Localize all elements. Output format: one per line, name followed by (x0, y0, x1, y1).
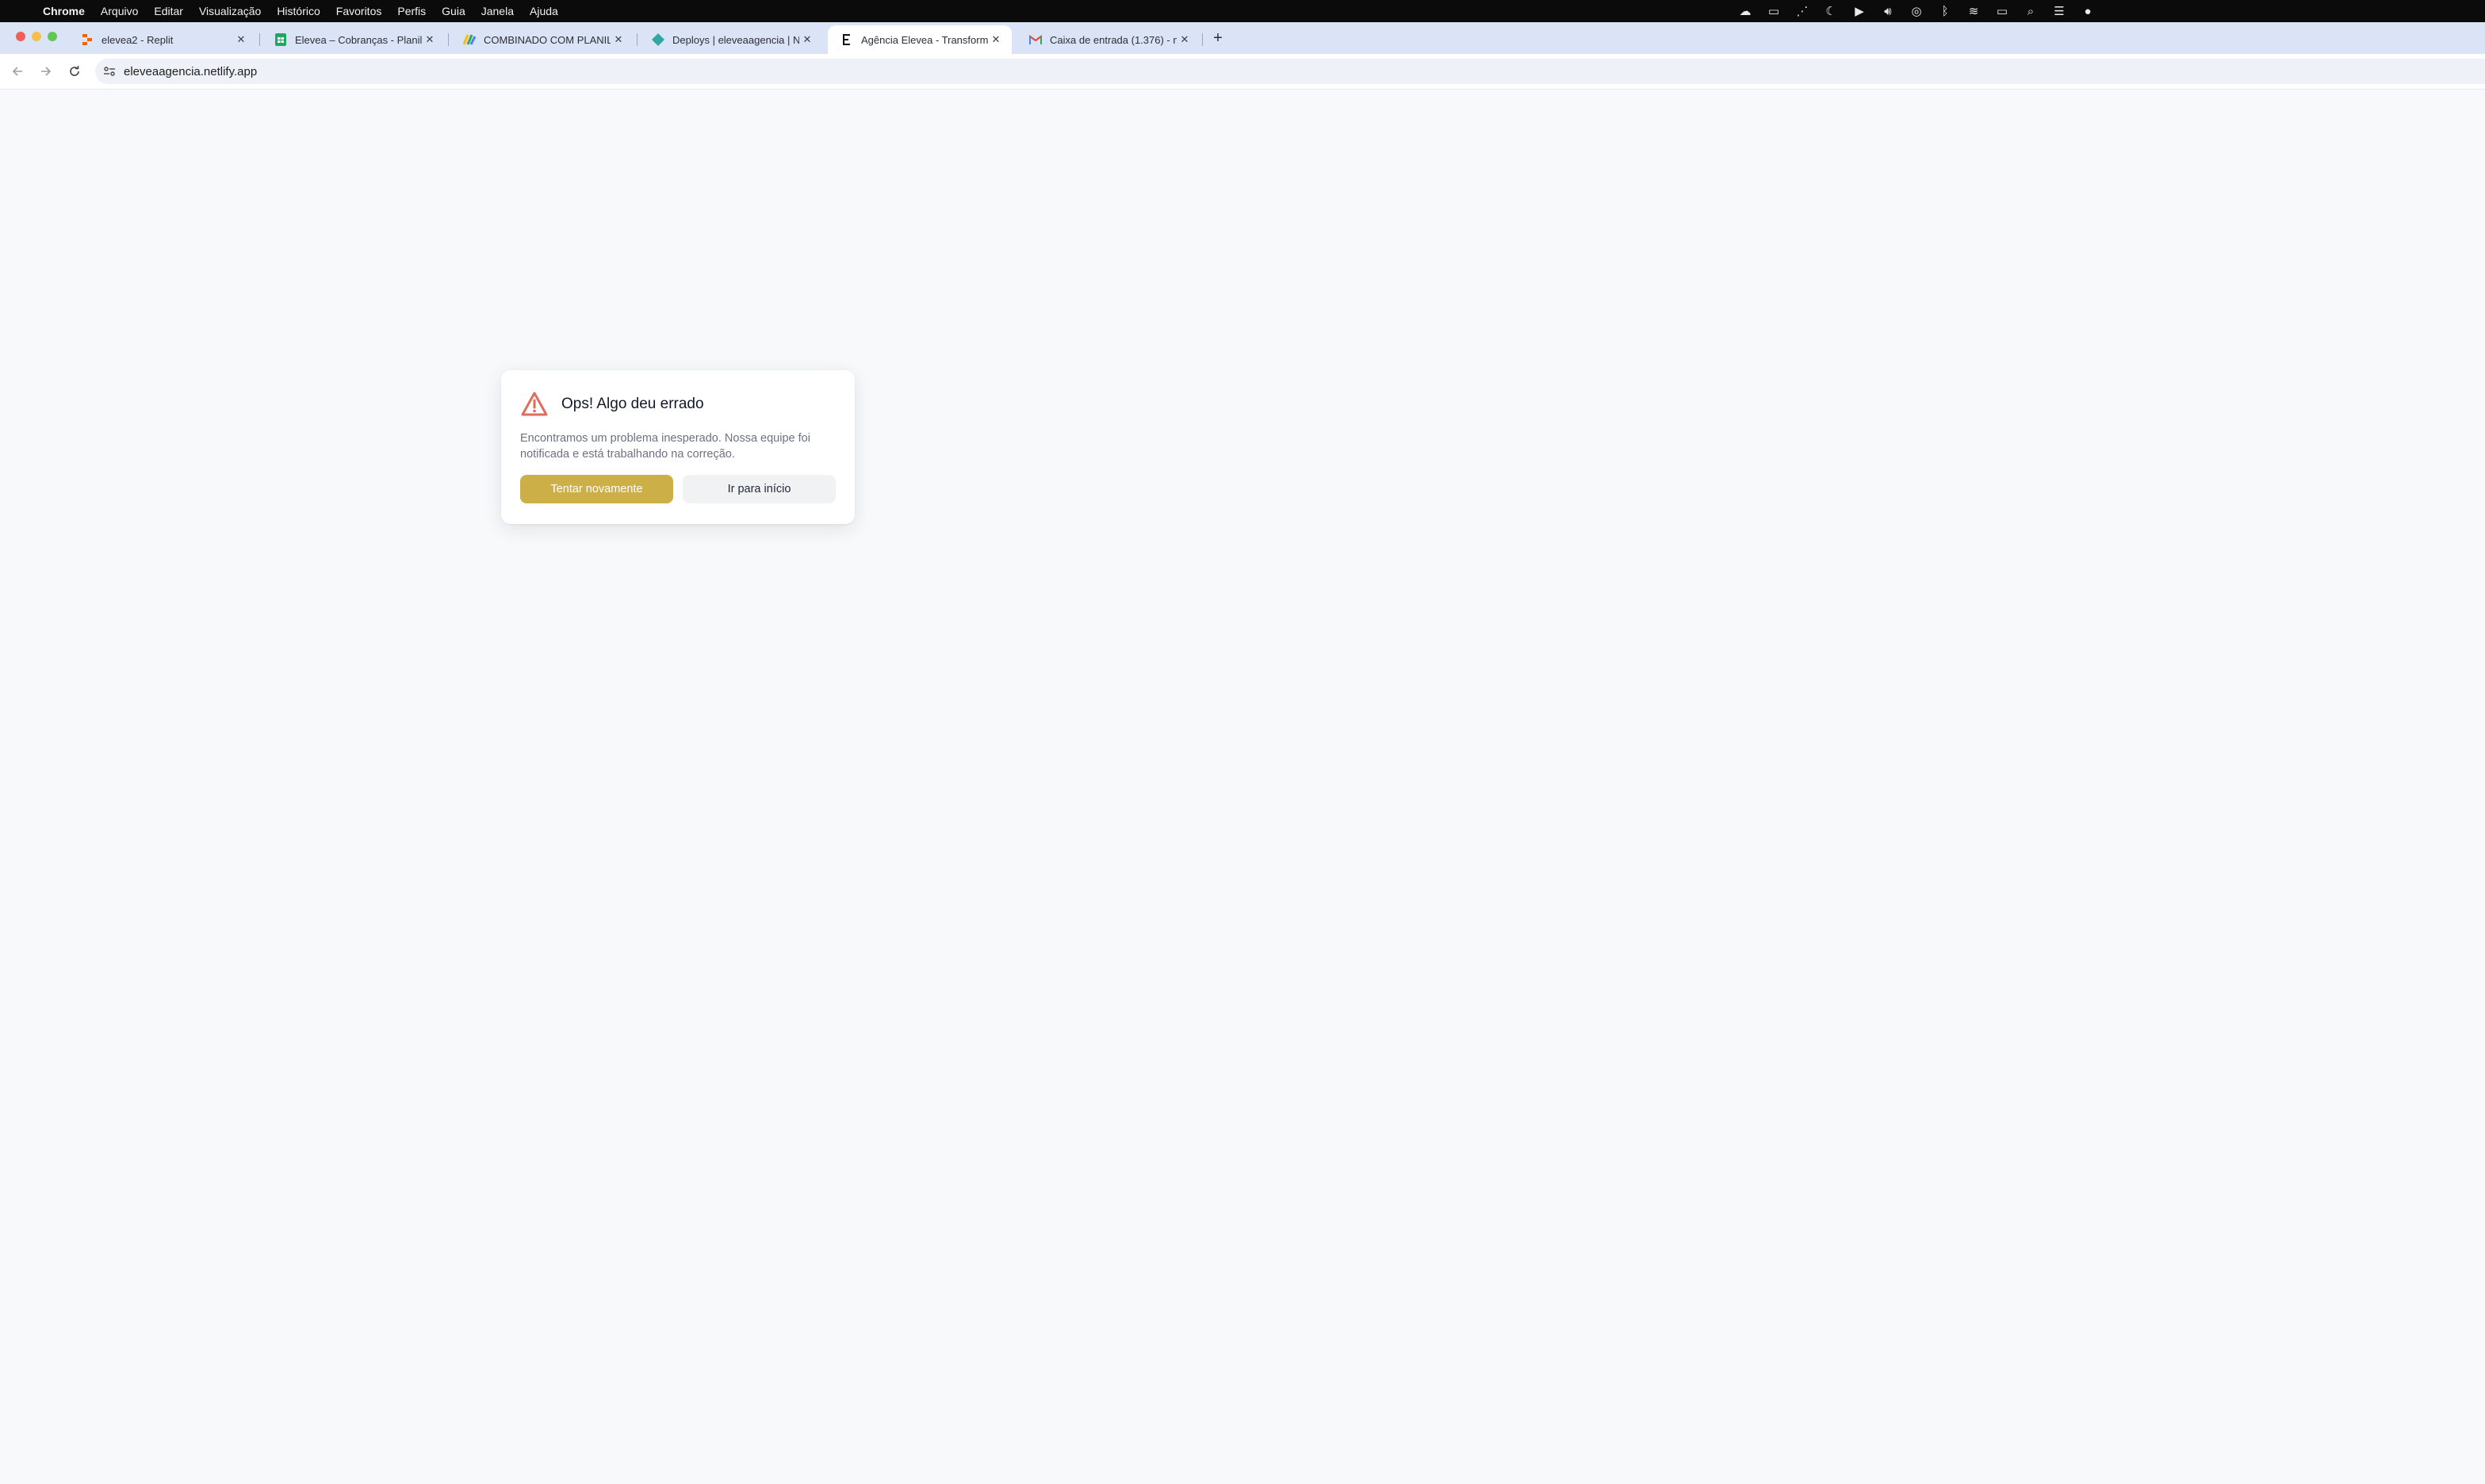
new-tab-button[interactable]: + (1208, 27, 1227, 49)
replit-icon (81, 33, 94, 46)
page-content: Ops! Algo deu errado Encontramos um prob… (0, 90, 2485, 1484)
tab-separator (637, 33, 638, 46)
menu-app-name[interactable]: Chrome (43, 5, 93, 17)
tab-title: Caixa de entrada (1.376) - mail (1050, 33, 1177, 46)
search-icon[interactable]: ⌕ (2022, 5, 2039, 18)
url-text[interactable]: eleveaagencia.netlify.app (124, 65, 257, 78)
site-settings-icon[interactable] (95, 65, 124, 78)
address-bar[interactable]: eleveaagencia.netlify.app (95, 59, 2485, 84)
menu-visualizacao[interactable]: Visualização (191, 5, 269, 17)
error-actions: Tentar novamente Ir para início (520, 475, 836, 503)
tab-title: Elevea – Cobranças - Planilhas Google (295, 33, 422, 46)
siri-icon[interactable]: ● (2079, 5, 2096, 18)
tab-title: Agência Elevea - Transforme (861, 33, 988, 46)
display-icon[interactable]: ▭ (1765, 4, 1782, 18)
bluetooth-icon[interactable]: ᛒ (1936, 5, 1954, 18)
menu-arquivo[interactable]: Arquivo (93, 5, 146, 17)
error-message: Encontramos um problema inesperado. Noss… (520, 432, 810, 461)
menu-historico[interactable]: Histórico (269, 5, 327, 17)
tab-close-icon[interactable]: ✕ (799, 33, 815, 46)
wifi-icon[interactable]: ≋ (1965, 4, 1982, 18)
menu-janela[interactable]: Janela (473, 5, 522, 17)
go-home-button[interactable]: Ir para início (683, 475, 836, 503)
forward-button[interactable] (36, 62, 56, 81)
tab-close-icon[interactable]: ✕ (1177, 33, 1193, 46)
macos-menu-bar: Chrome Arquivo Editar Visualização Histó… (0, 0, 2485, 22)
menu-favoritos[interactable]: Favoritos (328, 5, 390, 17)
dots-icon[interactable]: ⋰ (1794, 4, 1811, 18)
status-icons: ☁ ▭ ⋰ ☾ ▶ 🔊︎ ◎ ᛒ ≋ ▭ ⌕ ☰ ● (1736, 0, 2096, 22)
gmail-icon (1029, 33, 1042, 46)
airdrop-icon[interactable]: ◎ (1908, 4, 1925, 18)
battery-icon[interactable]: ▭ (1993, 4, 2011, 18)
menu-guia[interactable]: Guia (434, 5, 473, 17)
window-controls (16, 32, 57, 41)
arrow-left-icon (12, 67, 22, 76)
warning-icon (521, 392, 548, 416)
menu-perfis[interactable]: Perfis (389, 5, 434, 17)
tab-gmail[interactable]: Caixa de entrada (1.376) - mail ✕ (1017, 25, 1200, 54)
tab-title: COMBINADO COM PLANILHA (484, 33, 611, 46)
volume-icon[interactable]: 🔊︎ (1879, 5, 1897, 18)
reload-button[interactable] (65, 62, 84, 81)
browser-toolbar: eleveaagencia.netlify.app (0, 54, 2485, 90)
moon-icon[interactable]: ☾ (1822, 4, 1840, 18)
tab-replit[interactable]: elevea2 - Replit ✕ (68, 25, 257, 54)
retry-button[interactable]: Tentar novamente (520, 475, 673, 503)
control-center-icon[interactable]: ☰ (2050, 4, 2068, 18)
minimize-window-button[interactable] (32, 32, 41, 41)
tab-sheets[interactable]: Elevea – Cobranças - Planilhas Google ✕ (262, 25, 446, 54)
icloud-icon[interactable]: ☁ (1736, 4, 1754, 18)
menu-ajuda[interactable]: Ajuda (522, 5, 566, 17)
netlify-icon (652, 33, 664, 46)
elevea-icon (840, 33, 853, 46)
tab-separator (448, 33, 449, 46)
tab-close-icon[interactable]: ✕ (422, 33, 438, 46)
reload-icon (70, 66, 79, 76)
close-window-button[interactable] (16, 32, 25, 41)
tab-elevea[interactable]: Agência Elevea - Transforme ✕ (828, 25, 1012, 54)
error-card: Ops! Algo deu errado Encontramos um prob… (501, 370, 855, 524)
tab-strip: elevea2 - Replit ✕ Elevea – Cobranças - … (0, 22, 2485, 54)
arrow-right-icon (41, 67, 52, 76)
tab-close-icon[interactable]: ✕ (233, 33, 249, 46)
error-title: Ops! Algo deu errado (561, 396, 704, 412)
back-button[interactable] (8, 62, 27, 81)
error-header: Ops! Algo deu errado (520, 391, 836, 418)
tab-separator (1202, 33, 1203, 46)
tab-title: elevea2 - Replit (101, 33, 174, 46)
tab-separator (259, 33, 260, 46)
sheets-icon (274, 33, 287, 46)
tab-netlify[interactable]: Deploys | eleveaagencia | Netlify ✕ (639, 25, 823, 54)
tab-apps-script[interactable]: COMBINADO COM PLANILHA ✕ (450, 25, 634, 54)
menu-editar[interactable]: Editar (146, 5, 191, 17)
tab-close-icon[interactable]: ✕ (611, 33, 626, 46)
play-icon[interactable]: ▶ (1851, 4, 1868, 18)
tab-title: Deploys | eleveaagencia | Netlify (672, 33, 799, 46)
tab-close-icon[interactable]: ✕ (988, 33, 1004, 46)
zoom-window-button[interactable] (48, 32, 57, 41)
apps-script-icon (463, 33, 476, 46)
